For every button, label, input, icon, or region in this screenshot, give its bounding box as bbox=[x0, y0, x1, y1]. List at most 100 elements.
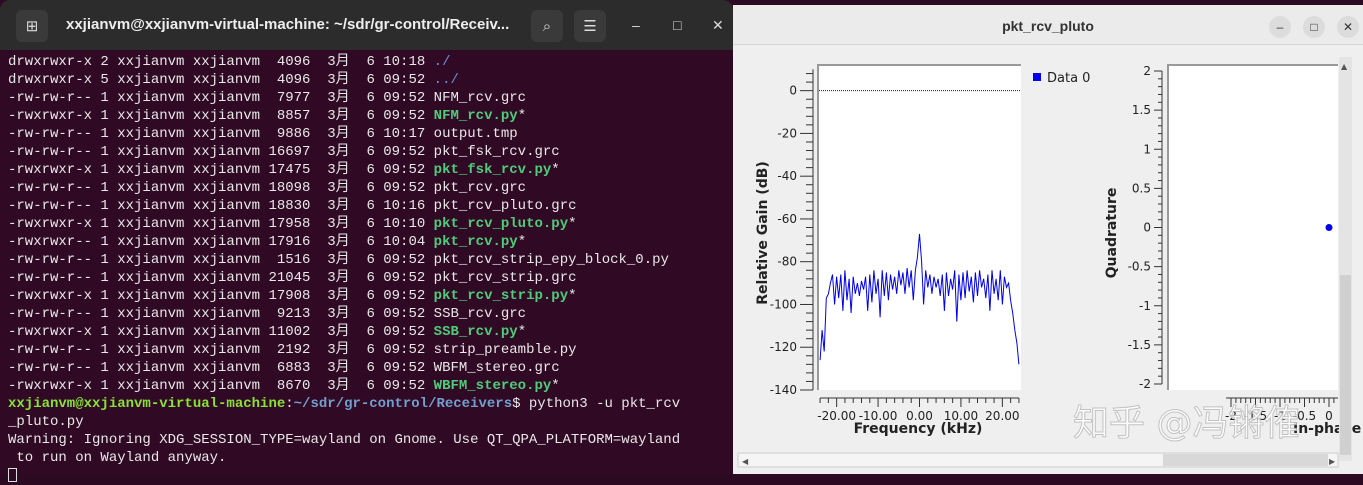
terminal-title: xxjianvm@xxjianvm-virtual-machine: ~/sdr… bbox=[66, 16, 510, 33]
file-meta: drwxrwxr-x 5 xxjianvm xxjianvm 4096 3月 6… bbox=[8, 72, 434, 88]
file-name: SSB_rcv.py bbox=[433, 324, 518, 340]
constellation-canvas[interactable] bbox=[1168, 65, 1338, 390]
terminal-window[interactable]: ⊞ xxjianvm@xxjianvm-virtual-machine: ~/s… bbox=[0, 0, 733, 483]
y-tick-label: -20 bbox=[777, 126, 797, 140]
file-name: pkt_rcv_strip_epy_block_0.py bbox=[433, 252, 669, 268]
y-tick-label: 0 bbox=[1143, 221, 1151, 235]
exec-marker: * bbox=[551, 162, 560, 178]
prompt-path: ~/sdr/gr-control/Receivers bbox=[293, 396, 513, 412]
legend-label[interactable]: Data 0 bbox=[1047, 71, 1090, 86]
file-name: strip_preamble.py bbox=[433, 342, 577, 358]
y-axis-label: Relative Gain (dB) bbox=[755, 161, 771, 305]
file-meta: -rw-rw-r-- 1 xxjianvm xxjianvm 6883 3月 6… bbox=[8, 360, 434, 376]
listing-row: -rwxrwxr-x 1 xxjianvm xxjianvm 17475 3月 … bbox=[8, 161, 680, 179]
file-meta: -rwxrwxr-x 1 xxjianvm xxjianvm 8857 3月 6… bbox=[8, 108, 434, 124]
warning-text: to run on Wayland anyway. bbox=[8, 450, 227, 466]
prompt-line: xxjianvm@xxjianvm-virtual-machine:~/sdr/… bbox=[8, 395, 680, 413]
freq-plot-canvas[interactable] bbox=[818, 65, 1021, 390]
search-icon[interactable]: ⌕ bbox=[531, 10, 563, 42]
listing-row: -rwxrwxr-x 1 xxjianvm xxjianvm 17908 3月 … bbox=[8, 287, 680, 305]
listing-row: -rw-rw-r-- 1 xxjianvm xxjianvm 9886 3月 6… bbox=[8, 125, 680, 143]
warning-text: Warning: Ignoring XDG_SESSION_TYPE=wayla… bbox=[8, 432, 681, 448]
scroll-left-icon[interactable]: ◀ bbox=[742, 457, 749, 466]
file-meta: -rw-rw-r-- 1 xxjianvm xxjianvm 7977 3月 6… bbox=[8, 90, 434, 106]
file-meta: -rwxrwxr-x 1 xxjianvm xxjianvm 17958 3月 … bbox=[8, 216, 434, 232]
new-tab-icon[interactable]: ⊞ bbox=[16, 10, 48, 42]
y-axis-label: Quadrature bbox=[1104, 188, 1120, 279]
y-tick-label: -1 bbox=[1139, 299, 1151, 313]
exec-marker: * bbox=[568, 216, 577, 232]
watermark: 知乎 @冯锵傕 bbox=[1073, 403, 1300, 444]
listing-row: -rwxrwxr-x 1 xxjianvm xxjianvm 17958 3月 … bbox=[8, 215, 680, 233]
file-name: pkt_fsk_rcv.grc bbox=[433, 144, 560, 160]
y-tick-label: -0.5 bbox=[1128, 260, 1151, 274]
y-tick-label: -40 bbox=[777, 169, 797, 183]
listing-row: -rwxrwxr-x 1 xxjianvm xxjianvm 8670 3月 6… bbox=[8, 377, 680, 395]
prompt-sep: : bbox=[285, 396, 294, 412]
command-wrap-line: _pluto.py bbox=[8, 413, 680, 431]
warning-text-line: Warning: Ignoring XDG_SESSION_TYPE=wayla… bbox=[8, 431, 680, 449]
file-meta: -rwxrwxr-- 1 xxjianvm xxjianvm 17916 3月 … bbox=[8, 234, 434, 250]
terminal-output[interactable]: drwxrwxr-x 2 xxjianvm xxjianvm 4096 3月 6… bbox=[8, 53, 680, 485]
listing-row: -rw-rw-r-- 1 xxjianvm xxjianvm 18830 3月 … bbox=[8, 197, 680, 215]
vertical-scrollbar-thumb[interactable] bbox=[1340, 275, 1351, 455]
hamburger-menu-icon[interactable]: ☰ bbox=[574, 10, 606, 42]
close-button[interactable]: ✕ bbox=[1337, 16, 1359, 38]
file-name: pkt_rcv_pluto.grc bbox=[433, 198, 577, 214]
listing-row: -rw-rw-r-- 1 xxjianvm xxjianvm 2192 3月 6… bbox=[8, 341, 680, 359]
maximize-button[interactable]: □ bbox=[673, 17, 681, 33]
file-name: NFM_rcv.py bbox=[433, 108, 518, 124]
listing-row: -rw-rw-r-- 1 xxjianvm xxjianvm 7977 3月 6… bbox=[8, 89, 680, 107]
exec-marker: * bbox=[517, 234, 527, 250]
file-meta: -rw-rw-r-- 1 xxjianvm xxjianvm 9213 3月 6… bbox=[8, 306, 434, 322]
file-name: ./ bbox=[433, 54, 451, 70]
file-name: pkt_rcv.py bbox=[433, 234, 518, 250]
y-tick-label: -60 bbox=[777, 212, 797, 226]
file-name: pkt_rcv_pluto.py bbox=[433, 216, 569, 232]
command: $ python3 -u pkt_rcv bbox=[512, 396, 681, 412]
plots-area: 0-20-40-60-80-100-120-140-20.00 -10.00 0.0… bbox=[737, 57, 1361, 468]
file-meta: -rw-rw-r-- 1 xxjianvm xxjianvm 21045 3月 … bbox=[8, 270, 434, 286]
horizontal-scrollbar-thumb[interactable] bbox=[1163, 454, 1328, 466]
command-wrap: _pluto.py bbox=[8, 414, 84, 430]
exec-marker: * bbox=[517, 108, 527, 124]
file-meta: -rwxrwxr-x 1 xxjianvm xxjianvm 17908 3月 … bbox=[8, 288, 434, 304]
y-tick-label: -2 bbox=[1139, 377, 1151, 391]
maximize-button[interactable]: □ bbox=[1303, 16, 1325, 38]
listing-row: -rw-rw-r-- 1 xxjianvm xxjianvm 16697 3月 … bbox=[8, 143, 680, 161]
file-meta: -rw-rw-r-- 1 xxjianvm xxjianvm 18098 3月 … bbox=[8, 180, 434, 196]
file-name: WBFM_stereo.py bbox=[433, 378, 552, 394]
y-tick-label: -120 bbox=[770, 340, 797, 354]
y-tick-label: 2 bbox=[1143, 64, 1151, 78]
file-meta: -rw-rw-r-- 1 xxjianvm xxjianvm 18830 3月 … bbox=[8, 198, 434, 214]
y-tick-label: 0 bbox=[789, 84, 797, 98]
listing-row: -rwxrwxr-x 1 xxjianvm xxjianvm 11002 3月 … bbox=[8, 323, 680, 341]
exec-marker: * bbox=[517, 324, 527, 340]
listing-row: drwxrwxr-x 5 xxjianvm xxjianvm 4096 3月 6… bbox=[8, 71, 680, 89]
file-name: pkt_rcv.grc bbox=[433, 180, 527, 196]
y-tick-label: 0.5 bbox=[1132, 181, 1151, 195]
minimize-button[interactable]: – bbox=[632, 17, 640, 33]
x-axis-label: Frequency (kHz) bbox=[854, 421, 983, 437]
y-tick-label: -100 bbox=[770, 297, 797, 311]
close-button[interactable]: ✕ bbox=[712, 17, 724, 34]
listing-row: -rw-rw-r-- 1 xxjianvm xxjianvm 9213 3月 6… bbox=[8, 305, 680, 323]
gnuradio-window[interactable]: pkt_rcv_pluto – □ ✕ 0 -20 -40 -60 -80 -100 -12… bbox=[733, 5, 1363, 474]
legend-swatch bbox=[1033, 73, 1041, 81]
minimize-button[interactable]: – bbox=[1269, 16, 1291, 38]
file-meta: -rwxrwxr-x 1 xxjianvm xxjianvm 17475 3月 … bbox=[8, 162, 434, 178]
y-tick-label: -1.5 bbox=[1128, 338, 1151, 352]
constellation-point bbox=[1325, 224, 1333, 231]
window-titlebar[interactable]: pkt_rcv_pluto – □ ✕ bbox=[733, 5, 1363, 45]
y-tick-label: -140 bbox=[770, 383, 797, 397]
file-name: ../ bbox=[433, 72, 459, 88]
terminal-titlebar[interactable]: ⊞ xxjianvm@xxjianvm-virtual-machine: ~/s… bbox=[0, 0, 733, 50]
listing-row: -rw-rw-r-- 1 xxjianvm xxjianvm 6883 3月 6… bbox=[8, 359, 680, 377]
file-name: NFM_rcv.grc bbox=[433, 90, 527, 106]
file-name: pkt_rcv_strip.py bbox=[433, 288, 569, 304]
file-name: pkt_rcv_strip.grc bbox=[433, 270, 577, 286]
scroll-right-icon[interactable]: ▶ bbox=[1329, 457, 1336, 466]
scroll-up-icon[interactable]: ▲ bbox=[1341, 62, 1348, 71]
file-name: pkt_fsk_rcv.py bbox=[433, 162, 552, 178]
x-tick-label: 20.00 bbox=[985, 409, 1019, 423]
